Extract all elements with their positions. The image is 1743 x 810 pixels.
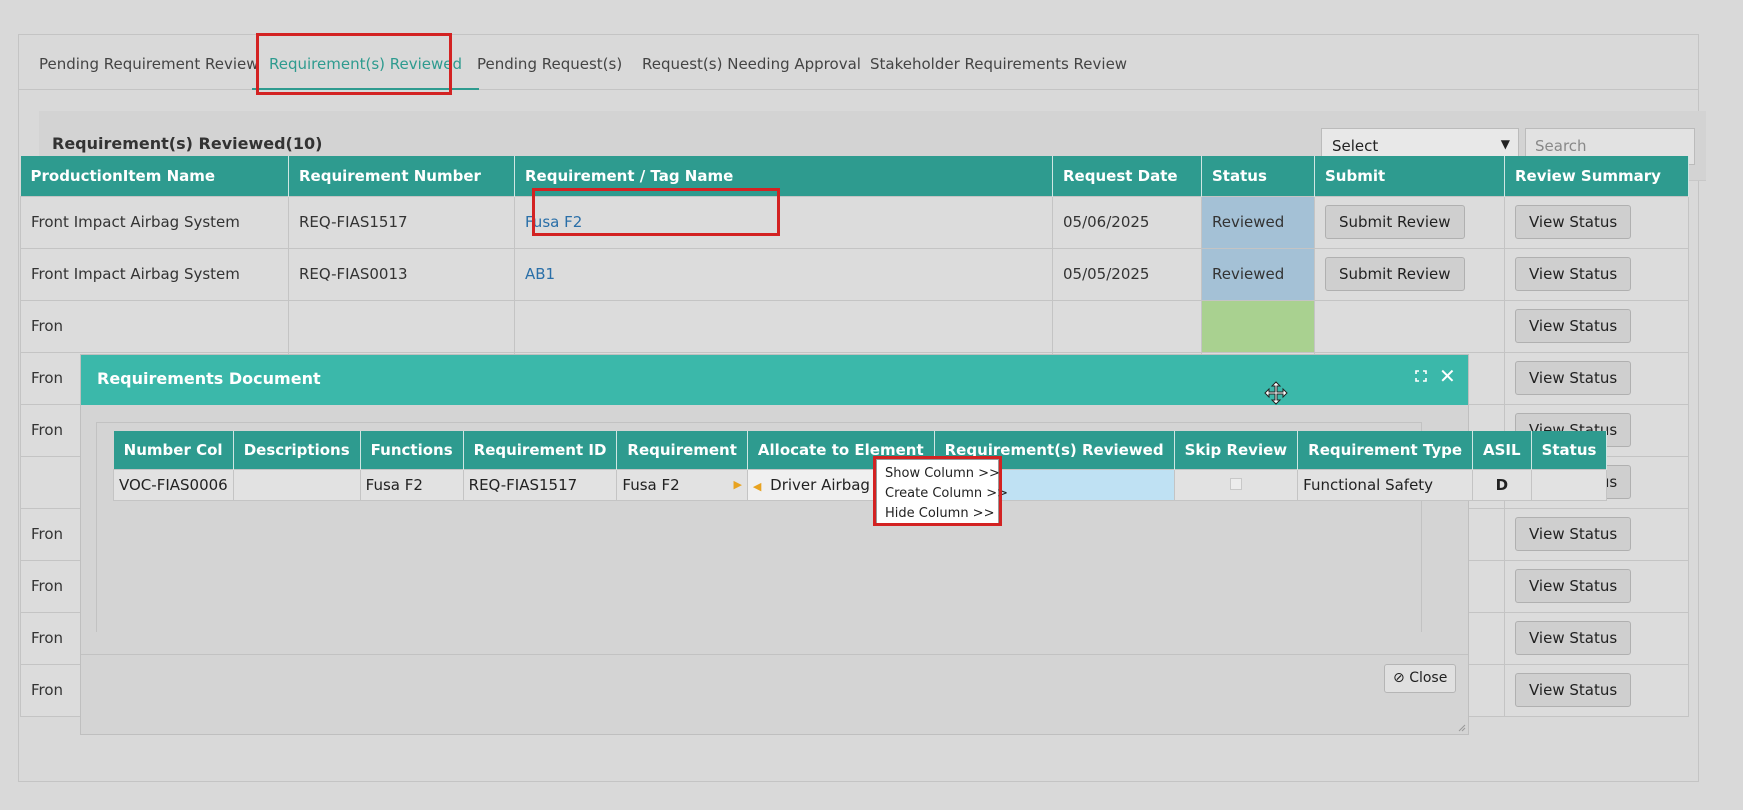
cell-status [1201,299,1315,353]
cell-skip-review [1173,468,1299,501]
cell-status [1530,468,1608,501]
cell-review-summary: View Status [1504,559,1689,613]
cell-requirement-id: REQ-FIAS1517 [462,468,618,501]
cell-requirement-number: REQ-FIAS1517 [288,195,515,249]
table-header-row: ProductionItem Name Requirement Number R… [20,156,1689,196]
table-row: Fron View Status [20,299,1689,353]
header-requirement[interactable]: Requirement [616,431,748,469]
header-requirement-type[interactable]: Requirement Type [1297,431,1474,469]
cell-tag-link[interactable]: AB1 [514,247,1053,301]
maximize-icon[interactable] [1415,370,1427,382]
header-status[interactable]: Status [1201,156,1315,196]
cell-tag-link [514,299,1053,353]
filter-select-value: Select [1332,137,1379,155]
modal-footer-divider [81,654,1468,655]
cell-request-date [1052,299,1202,353]
collapse-left-icon[interactable]: ◀ [753,480,761,493]
close-button-label: Close [1409,670,1448,686]
cell-status: Reviewed [1201,195,1315,249]
cell-review-summary: View Status [1504,663,1689,717]
modal-header[interactable]: Requirements Document ✕ [81,355,1468,405]
header-skip-review[interactable]: Skip Review [1174,431,1299,469]
header-descriptions[interactable]: Descriptions [233,431,361,469]
expand-right-icon[interactable]: ▶ [733,478,741,491]
cell-number-col: VOC-FIAS0006 [113,468,234,501]
create-column-item[interactable]: Create Column >> [885,484,1008,504]
section-title: Requirement(s) Reviewed(10) [52,134,323,153]
tab-stakeholder-requirements-review[interactable]: Stakeholder Requirements Review [870,35,1127,90]
cell-requirement-number [288,299,515,353]
req-header-row: Number Col Descriptions Functions Requir… [113,431,1608,469]
cell-asil: D [1472,468,1532,501]
header-asil[interactable]: ASIL [1472,431,1532,469]
requirements-document-modal: Requirements Document ✕ ⊘ Close [80,354,1469,735]
cell-tag-link[interactable]: Fusa F2 [514,195,1053,249]
view-status-button[interactable]: View Status [1515,621,1632,655]
cell-submit: Submit Review [1314,247,1505,301]
cell-submit: Submit Review [1314,195,1505,249]
chevron-down-icon: ▼ [1500,137,1510,151]
cell-requirement-number: REQ-FIAS0013 [288,247,515,301]
submit-review-button[interactable]: Submit Review [1325,205,1465,239]
header-productionitem-name[interactable]: ProductionItem Name [20,156,289,196]
close-button[interactable]: ⊘ Close [1384,664,1457,693]
cell-request-date: 05/06/2025 [1052,195,1202,249]
tab-pending-requests[interactable]: Pending Request(s) [477,35,622,90]
submit-review-button[interactable]: Submit Review [1325,257,1465,291]
header-requirement-tag-name[interactable]: Requirement / Tag Name [514,156,1053,196]
header-requirement-number[interactable]: Requirement Number [288,156,515,196]
cell-descriptions[interactable] [232,468,361,501]
requirements-document-table: Number Col Descriptions Functions Requir… [113,431,1608,501]
move-cursor-icon [1264,381,1288,405]
table-row: Front Impact Airbag System REQ-FIAS1517 … [20,195,1689,249]
modal-title: Requirements Document [97,369,321,388]
context-menu: Show Column >> Create Column >> Hide Col… [876,459,1008,525]
skip-review-checkbox[interactable] [1229,477,1242,490]
requirement-text: Fusa F2 [622,475,680,494]
cell-review-summary: View Status [1504,247,1689,301]
cell-item-name: Fron [20,299,289,353]
view-status-button[interactable]: View Status [1515,257,1632,291]
tab-requests-needing-approval[interactable]: Request(s) Needing Approval [642,35,861,90]
close-x-icon[interactable]: ✕ [1439,364,1456,388]
hide-column-item[interactable]: Hide Column >> [885,504,994,524]
table-row: Front Impact Airbag System REQ-FIAS0013 … [20,247,1689,301]
header-submit[interactable]: Submit [1314,156,1505,196]
cell-request-date: 05/05/2025 [1052,247,1202,301]
tab-requirements-reviewed[interactable]: Requirement(s) Reviewed [252,35,480,90]
cell-review-summary: View Status [1504,299,1689,353]
header-request-date[interactable]: Request Date [1052,156,1202,196]
view-status-button[interactable]: View Status [1515,361,1632,395]
show-column-item[interactable]: Show Column >> [885,464,1000,484]
view-status-button[interactable]: View Status [1515,309,1632,343]
view-status-button[interactable]: View Status [1515,569,1632,603]
view-status-button[interactable]: View Status [1515,517,1632,551]
header-status[interactable]: Status [1531,431,1608,469]
cell-review-summary: View Status [1504,351,1689,405]
tab-bar: Pending Requirement Review Requirement(s… [19,35,1698,90]
cell-requirement[interactable]: Fusa F2 ▶ [616,468,748,501]
cell-functions[interactable]: Fusa F2 [359,468,464,501]
tab-pending-requirement-review[interactable]: Pending Requirement Review [39,35,259,90]
cell-status: Reviewed [1201,247,1315,301]
ban-icon: ⊘ [1393,670,1405,686]
cell-item-name: Front Impact Airbag System [20,247,289,301]
cell-submit [1314,299,1505,353]
resize-grip-icon[interactable] [1458,724,1466,732]
view-status-button[interactable]: View Status [1515,205,1632,239]
view-status-button[interactable]: View Status [1515,673,1632,707]
cell-item-name: Front Impact Airbag System [20,195,289,249]
header-requirement-id[interactable]: Requirement ID [463,431,618,469]
cell-requirement-type: Functional Safety [1297,468,1474,501]
header-functions[interactable]: Functions [360,431,464,469]
header-review-summary[interactable]: Review Summary [1504,156,1689,196]
cell-review-summary: View Status [1504,507,1689,561]
req-row: VOC-FIAS0006 Fusa F2 REQ-FIAS1517 Fusa F… [113,468,1608,501]
allocate-text: Driver Airbag [770,475,870,494]
cell-review-summary: View Status [1504,195,1689,249]
cell-review-summary: View Status [1504,611,1689,665]
header-number-col[interactable]: Number Col [113,431,234,469]
